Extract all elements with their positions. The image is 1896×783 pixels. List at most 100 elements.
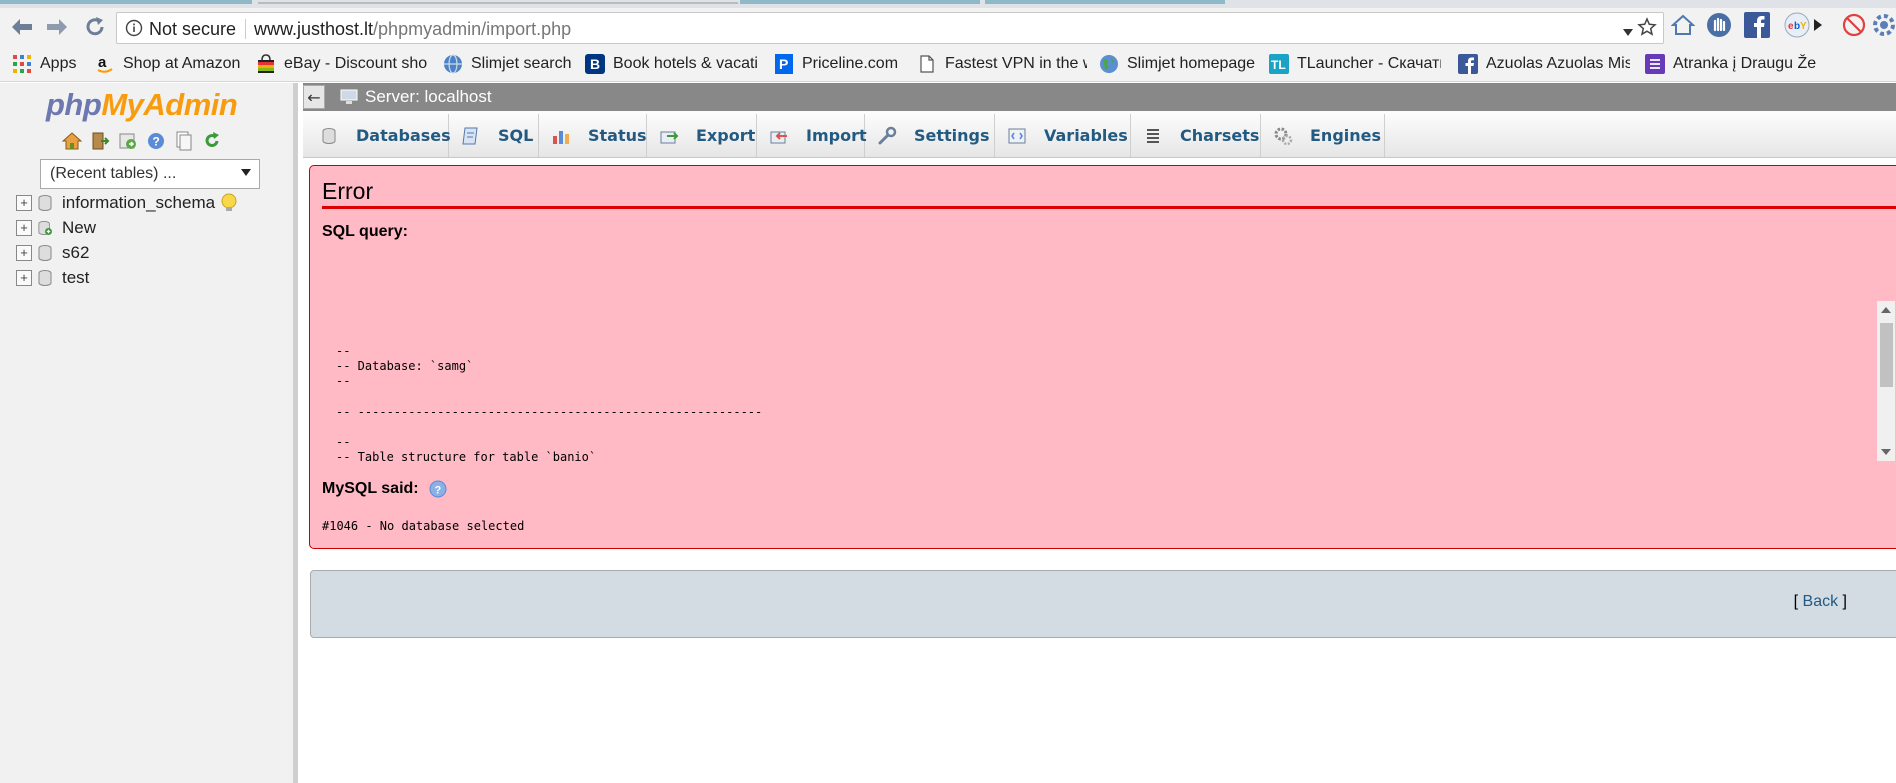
forward-arrow-icon[interactable] — [44, 14, 70, 40]
scroll-up-icon[interactable] — [1881, 307, 1891, 313]
svg-text:?: ? — [434, 485, 441, 497]
expand-icon[interactable]: + — [16, 269, 32, 286]
reload-icon[interactable] — [202, 131, 222, 151]
sql-query-label: SQL query: — [322, 223, 408, 240]
bookmark-slimjet-homepage[interactable]: Slimjet homepage — [1099, 53, 1255, 75]
back-link[interactable]: Back — [1803, 593, 1839, 610]
bookmark-label: Shop at Amazon — [123, 55, 241, 72]
tree-item-s62[interactable]: + s62 — [16, 240, 238, 265]
tab-sql[interactable]: SQL — [449, 114, 539, 157]
logo-myadmin: MyAdmin — [101, 87, 238, 122]
bookmark-label: TLauncher - Скачать — [1297, 55, 1441, 72]
back-link-wrapper: [ Back ] — [1794, 593, 1847, 611]
bookmark-priceline[interactable]: P Priceline.com — [774, 53, 898, 75]
query-window-icon[interactable] — [118, 131, 138, 151]
address-bar[interactable]: Not secure www.justhost.lt/phpmyadmin/im… — [116, 12, 1664, 44]
globe-icon — [1099, 54, 1119, 74]
tab-databases[interactable]: Databases — [319, 114, 451, 157]
database-icon — [38, 269, 52, 286]
database-name: New — [62, 217, 97, 237]
tlauncher-icon: TL — [1269, 54, 1289, 74]
home-icon[interactable] — [62, 131, 82, 151]
blocked-extension-icon[interactable] — [1840, 11, 1868, 39]
help-icon[interactable]: ? — [146, 131, 166, 151]
bookmark-booking[interactable]: B Book hotels & vacati — [585, 53, 767, 75]
expand-icon[interactable]: + — [16, 219, 32, 236]
tab-charsets[interactable]: Charsets — [1131, 114, 1261, 157]
security-label[interactable]: Not secure — [149, 19, 236, 40]
bookmark-atranka[interactable]: Atranka į Draugu Že — [1645, 53, 1821, 75]
tab-label: Status — [588, 126, 647, 145]
tab-label: Databases — [356, 126, 451, 145]
bookmark-label: Slimjet homepage — [1127, 55, 1256, 72]
phpmyadmin-logo[interactable]: phpMyAdmin — [46, 87, 238, 123]
sql-scrollbar[interactable] — [1877, 301, 1895, 461]
bookmark-label: Apps — [40, 55, 77, 72]
list-icon — [1645, 54, 1665, 74]
bookmark-vpn[interactable]: Fastest VPN in the w — [917, 53, 1087, 75]
logout-icon[interactable] — [90, 131, 110, 151]
gear-icon[interactable] — [1870, 11, 1896, 39]
tab-import[interactable]: Import — [757, 114, 867, 157]
tab-indicator — [740, 0, 980, 4]
tab-settings[interactable]: Settings — [865, 114, 995, 157]
export-icon — [660, 131, 679, 143]
amazon-icon: a — [95, 54, 115, 74]
sql-icon — [462, 127, 478, 144]
database-icon — [322, 127, 336, 144]
variables-icon — [1008, 128, 1026, 143]
play-arrow-icon[interactable] — [1811, 11, 1825, 39]
database-name: test — [62, 267, 90, 287]
slimjet-globe-icon — [443, 54, 463, 74]
recent-tables-value: (Recent tables) ... — [50, 165, 177, 182]
tab-status[interactable]: Status — [539, 114, 647, 157]
collapse-nav-button[interactable]: ← — [303, 85, 325, 109]
recent-tables-select[interactable]: (Recent tables) ... — [40, 159, 260, 189]
bookmark-label: Slimjet search — [471, 55, 572, 72]
bracket-close: ] — [1838, 593, 1847, 610]
browser-toolbar: Not secure www.justhost.lt/phpmyadmin/im… — [0, 8, 1896, 46]
back-arrow-icon[interactable] — [9, 14, 35, 40]
bookmark-azuolas[interactable]: Azuolas Azuolas Mis — [1458, 53, 1630, 75]
scroll-down-icon[interactable] — [1881, 449, 1891, 455]
server-breadcrumb[interactable]: Server: localhost — [365, 87, 492, 107]
tab-label: Variables — [1044, 126, 1128, 145]
scroll-thumb[interactable] — [1880, 323, 1893, 387]
divider — [245, 19, 246, 39]
tree-item-information-schema[interactable]: + information_schema — [16, 190, 238, 215]
svg-text:P: P — [779, 56, 788, 72]
url-text[interactable]: www.justhost.lt/phpmyadmin/import.php — [254, 19, 571, 40]
help-icon[interactable]: ? — [429, 480, 447, 498]
status-icon — [553, 130, 569, 144]
page-icon — [917, 54, 937, 74]
ebay-bag-icon — [256, 54, 276, 74]
bookmark-ebay[interactable]: eBay - Discount shop — [256, 53, 428, 75]
stop-hand-icon[interactable] — [1705, 11, 1733, 39]
home-icon[interactable] — [1669, 11, 1697, 39]
facebook-extension-icon[interactable] — [1743, 11, 1771, 39]
bookmark-apps[interactable]: Apps — [12, 53, 76, 75]
info-icon[interactable] — [125, 19, 143, 37]
expand-icon[interactable]: + — [16, 194, 32, 211]
expand-icon[interactable]: + — [16, 244, 32, 261]
bookmark-slimjet-search[interactable]: Slimjet search — [443, 53, 571, 75]
bookmark-star-icon[interactable] — [1637, 17, 1657, 41]
tree-item-test[interactable]: + test — [16, 265, 238, 290]
bookmark-amazon[interactable]: a Shop at Amazon — [95, 53, 240, 75]
bookmark-tlauncher[interactable]: TL TLauncher - Скачать — [1269, 53, 1441, 75]
tab-engines[interactable]: Engines — [1261, 114, 1385, 157]
server-icon — [340, 89, 358, 104]
tab-export[interactable]: Export — [647, 114, 757, 157]
documentation-icon[interactable] — [174, 131, 194, 151]
ebay-extension-icon[interactable]: ebY — [1783, 11, 1811, 39]
priceline-icon: P — [774, 54, 794, 74]
database-icon — [38, 244, 52, 261]
tree-item-new[interactable]: + New — [16, 215, 238, 240]
tab-variables[interactable]: Variables — [995, 114, 1131, 157]
svg-text:B: B — [590, 56, 600, 72]
chevron-down-icon[interactable] — [1623, 22, 1633, 41]
error-panel: Error SQL query: -- -- Database: `samg` … — [309, 165, 1896, 549]
url-path: /phpmyadmin/import.php — [373, 19, 572, 39]
reload-icon[interactable] — [82, 14, 108, 40]
database-tree: + information_schema + New + s62 + test — [16, 190, 238, 290]
